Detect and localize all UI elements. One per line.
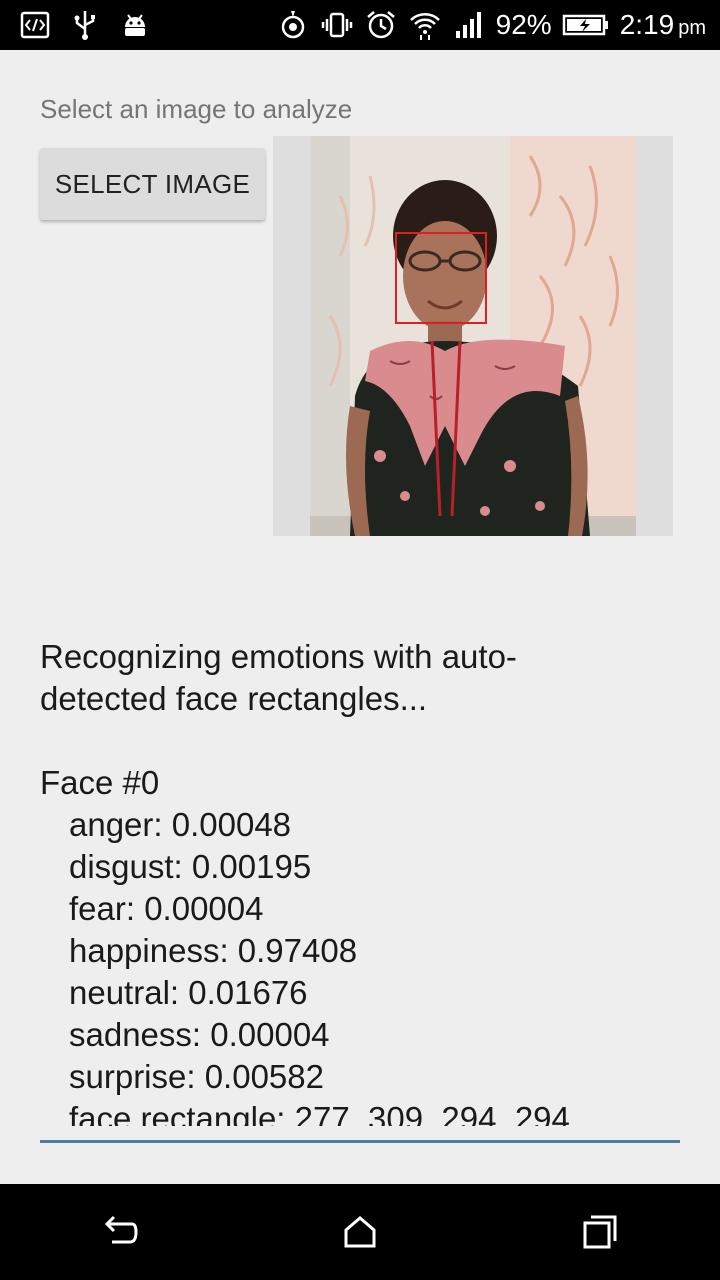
vibrate-icon (320, 8, 354, 42)
face-rectangle-coords: face rectangle: 277, 309, 294, 294 (69, 1100, 570, 1126)
recents-button[interactable] (560, 1192, 640, 1272)
emotion-fear: fear: 0.00004 (69, 890, 264, 927)
recents-icon (583, 1215, 617, 1249)
wifi-icon (408, 8, 442, 42)
clock: 2:19 pm (619, 9, 706, 40)
result-field-underline (40, 1140, 680, 1143)
back-button[interactable] (80, 1192, 160, 1272)
alarm-icon (364, 8, 398, 42)
home-button[interactable] (320, 1192, 400, 1272)
signal-icon (452, 8, 486, 42)
sync-icon (276, 8, 310, 42)
battery-charging-icon (562, 8, 610, 42)
navigation-bar (0, 1184, 720, 1280)
status-bar: 92% 2:19 pm (0, 0, 720, 50)
main-content: Select an image to analyze SELECT IMAGE (0, 50, 720, 1184)
usb-icon (68, 8, 102, 42)
select-prompt: Select an image to analyze (40, 94, 353, 124)
emotion-sadness: sadness: 0.00004 (69, 1016, 330, 1053)
android-icon (118, 8, 152, 42)
result-header-line-2: detected face rectangles... (40, 680, 428, 717)
back-icon (104, 1215, 138, 1244)
face-rectangle (395, 232, 487, 324)
emotion-surprise: surprise: 0.00582 (69, 1058, 324, 1095)
face-label: Face #0 (40, 764, 160, 801)
battery-percent: 92% (495, 9, 552, 40)
analyzed-photo (310, 136, 636, 536)
emotion-results: Recognizing emotions with auto- detected… (40, 636, 680, 1126)
result-header-line-1: Recognizing emotions with auto- (40, 638, 517, 675)
select-image-button[interactable]: SELECT IMAGE (40, 148, 265, 220)
image-preview (273, 136, 673, 536)
home-icon (344, 1216, 376, 1248)
emotion-neutral: neutral: 0.01676 (69, 974, 308, 1011)
emotion-anger: anger: 0.00048 (69, 806, 292, 843)
code-icon (18, 8, 52, 42)
emotion-disgust: disgust: 0.00195 (69, 848, 312, 885)
emotion-happiness: happiness: 0.97408 (69, 932, 358, 969)
